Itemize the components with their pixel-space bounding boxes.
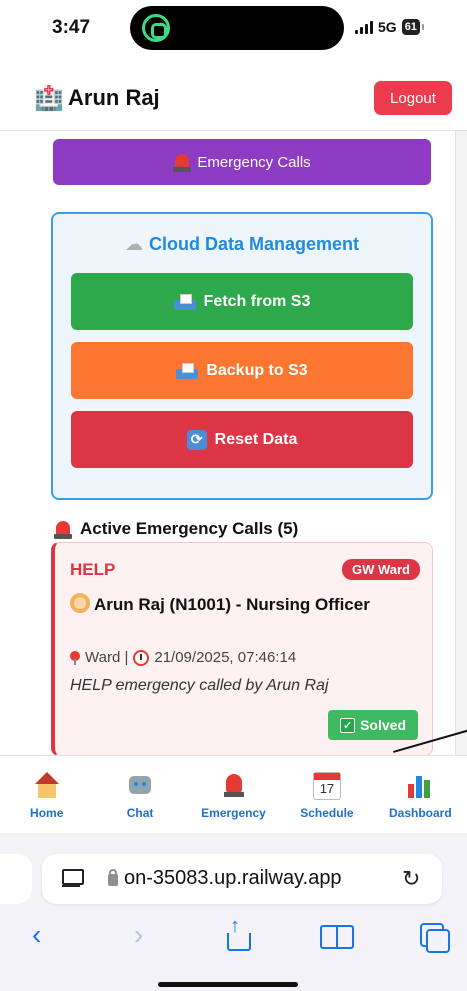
network-type: 5G — [378, 19, 397, 35]
fetch-label: Fetch from S3 — [203, 292, 311, 310]
home-indicator[interactable] — [158, 982, 298, 987]
bottom-navigation: Home Chat Emergency 17 Schedule Dashboar… — [0, 755, 467, 833]
browser-toolbar: ‹ › — [0, 915, 467, 959]
siren-icon — [173, 152, 192, 172]
cloud-panel-title: ☁ Cloud Data Management — [53, 234, 431, 255]
inbox-tray-icon — [173, 293, 196, 310]
share-icon[interactable] — [227, 915, 251, 951]
bar-chart-icon — [406, 772, 434, 800]
backup-to-s3-button[interactable]: Backup to S3 — [71, 342, 413, 399]
siren-icon — [220, 772, 248, 800]
status-indicators: 5G 61 — [355, 19, 425, 35]
previous-tab-pill[interactable] — [0, 854, 32, 904]
backup-label: Backup to S3 — [206, 361, 308, 379]
ward-badge: GW Ward — [341, 559, 420, 580]
call-meta: Ward | 21/09/2025, 07:46:14 — [70, 649, 296, 666]
forward-icon[interactable]: › — [134, 919, 143, 951]
call-location: Ward | — [85, 649, 129, 666]
nav-label: Chat — [126, 806, 154, 820]
url-text[interactable]: on-35083.up.railway.app — [124, 867, 342, 890]
cloud-icon: ☁ — [124, 234, 143, 254]
status-time: 3:47 — [52, 17, 91, 38]
cloud-data-panel: ☁ Cloud Data Management Fetch from S3 Ba… — [51, 212, 433, 500]
signal-icon — [355, 20, 373, 34]
address-bar[interactable]: on-35083.up.railway.app ↻ — [42, 854, 442, 904]
reload-icon[interactable]: ↻ — [402, 866, 420, 892]
tab-overview-icon[interactable] — [62, 869, 84, 889]
caller-name: Arun Raj (N1001) - Nursing Officer — [94, 595, 370, 614]
nav-item-dashboard[interactable]: Dashboard — [374, 756, 467, 833]
active-calls-title: Active Emergency Calls (5) — [80, 519, 299, 538]
battery-icon: 61 — [401, 19, 425, 35]
user-name: Arun Raj — [68, 85, 160, 110]
tabs-icon[interactable] — [420, 923, 450, 953]
call-description: HELP emergency called by Arun Raj — [70, 677, 329, 694]
nav-label: Emergency — [201, 806, 266, 820]
bookmarks-icon[interactable] — [320, 925, 354, 949]
browser-chrome: on-35083.up.railway.app ↻ ‹ › — [0, 833, 467, 991]
call-datetime: 21/09/2025, 07:46:14 — [154, 649, 297, 666]
nav-item-home[interactable]: Home — [0, 756, 93, 833]
back-icon[interactable]: ‹ — [32, 919, 41, 951]
scrollbar[interactable] — [455, 131, 467, 755]
house-icon — [33, 772, 61, 800]
emergency-calls-label: Emergency Calls — [197, 153, 311, 171]
nav-label: Schedule — [300, 806, 354, 820]
solved-label: Solved — [360, 717, 406, 733]
fetch-from-s3-button[interactable]: Fetch from S3 — [71, 273, 413, 330]
app-header: 🏥 Arun Raj Logout — [0, 72, 467, 130]
link-activity-icon — [142, 14, 170, 42]
status-bar: 3:47 5G 61 — [0, 0, 467, 60]
nav-item-emergency[interactable]: Emergency — [187, 756, 280, 833]
siren-icon — [54, 519, 72, 539]
reset-label: Reset Data — [214, 430, 298, 448]
caller-info: Arun Raj (N1001) - Nursing Officer — [70, 593, 410, 616]
nav-label: Dashboard — [388, 806, 452, 820]
hospital-icon: 🏥 — [34, 85, 64, 112]
emergency-calls-button[interactable]: Emergency Calls — [53, 139, 431, 185]
emergency-call-card: HELP GW Ward Arun Raj (N1001) - Nursing … — [51, 542, 433, 755]
location-pin-icon — [70, 650, 80, 665]
cloud-title-text: Cloud Data Management — [148, 234, 360, 254]
refresh-icon: ⟳ — [186, 429, 207, 450]
nurse-icon — [70, 593, 90, 613]
outbox-tray-icon — [176, 362, 199, 379]
nav-item-chat[interactable]: Chat — [93, 756, 186, 833]
dynamic-island — [130, 6, 344, 50]
reset-data-button[interactable]: ⟳ Reset Data — [71, 411, 413, 468]
nav-label: Home — [30, 806, 64, 820]
calendar-icon: 17 — [312, 772, 341, 800]
main-content[interactable]: Emergency Calls ☁ Cloud Data Management … — [0, 131, 467, 755]
check-mark-icon: ✓ — [340, 717, 356, 733]
robot-icon — [126, 772, 154, 800]
alarm-clock-icon — [133, 649, 150, 666]
lock-icon — [108, 869, 118, 886]
nav-item-schedule[interactable]: 17 Schedule — [280, 756, 373, 833]
logout-button[interactable]: Logout — [374, 81, 452, 115]
active-calls-heading: Active Emergency Calls (5) — [54, 519, 298, 539]
call-type: HELP — [70, 560, 116, 579]
solved-button[interactable]: ✓ Solved — [328, 710, 418, 740]
